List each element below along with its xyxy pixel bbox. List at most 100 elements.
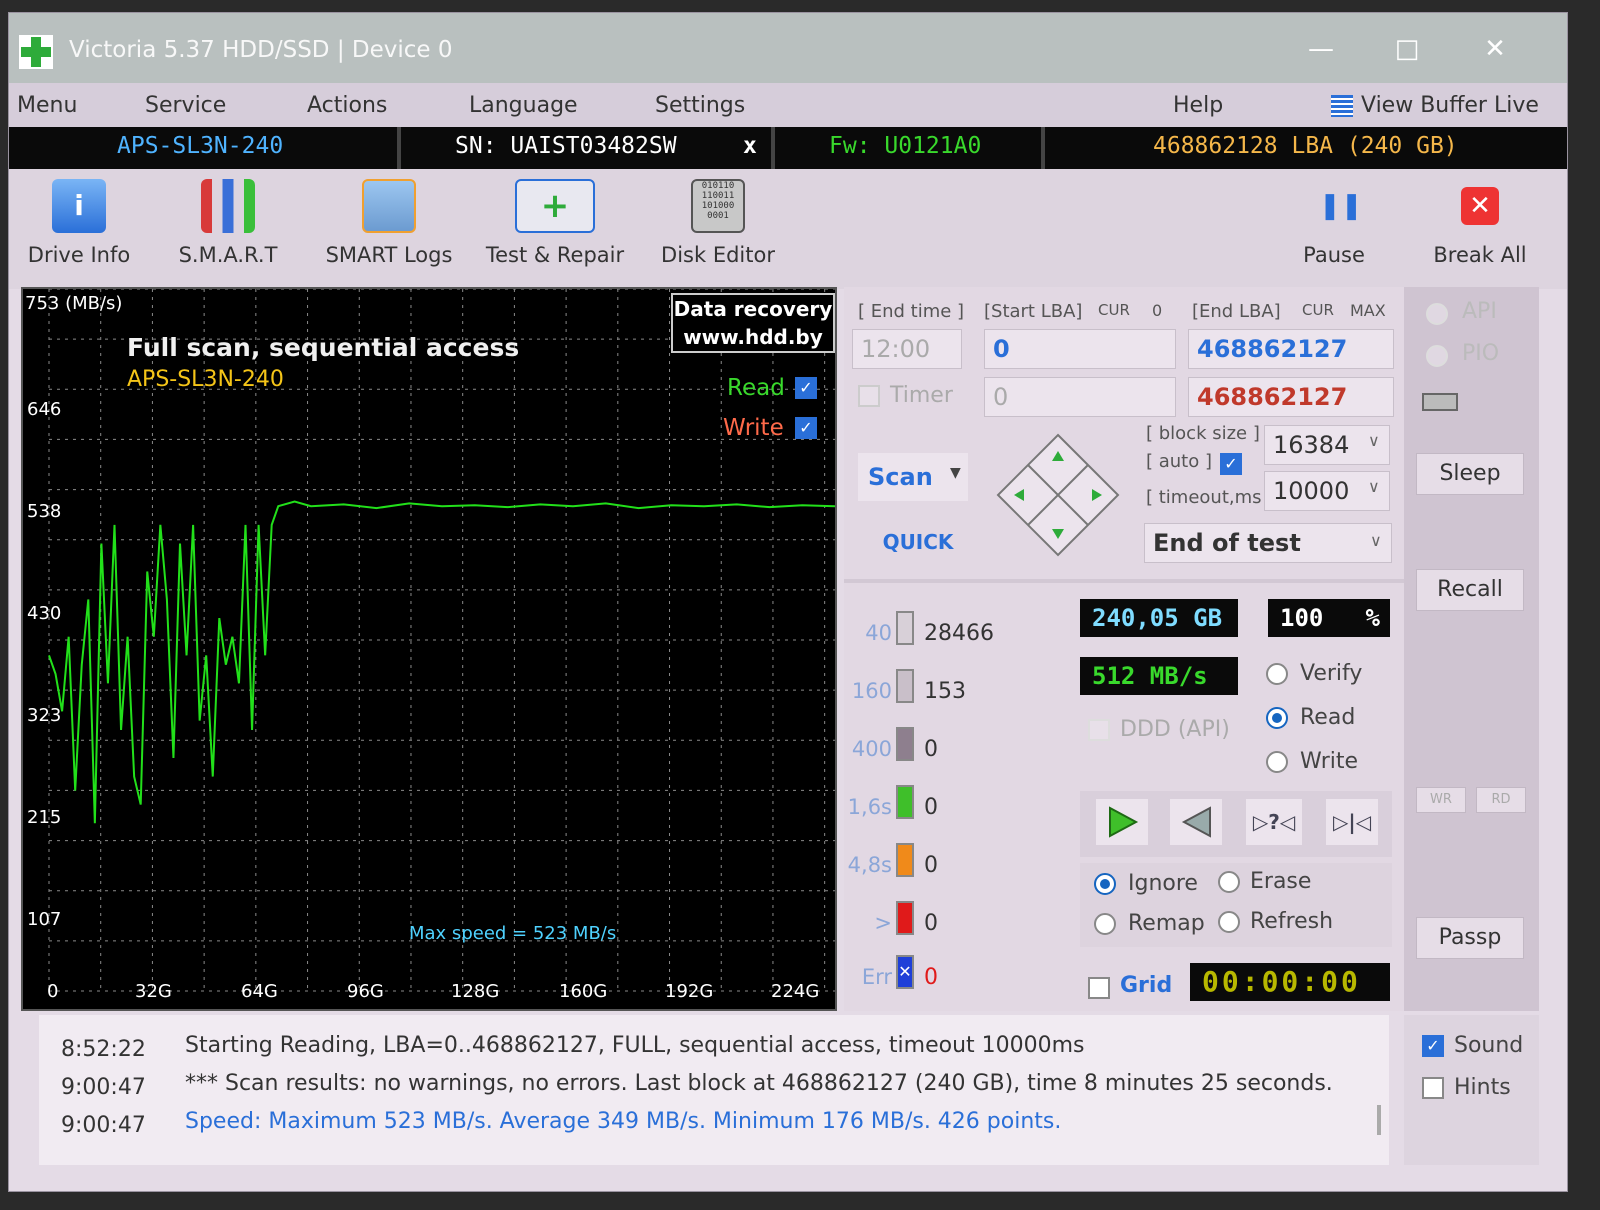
wr-button[interactable]: WR <box>1416 787 1466 813</box>
close-window-icon[interactable]: ✕ <box>1475 29 1515 69</box>
sector-label: 160 <box>851 679 892 703</box>
menu-language[interactable]: Language <box>469 93 578 118</box>
random-seek-button[interactable]: ▷?◁ <box>1246 799 1302 845</box>
test-repair-icon: + <box>515 179 595 233</box>
menu-service[interactable]: Service <box>145 93 226 118</box>
drive-firmware: Fw: U0121A0 <box>829 133 982 159</box>
api-radio[interactable] <box>1426 303 1448 325</box>
drive-info-button[interactable]: i Drive Info <box>19 179 139 267</box>
scanned-size-display: 240,05 GB <box>1080 599 1238 637</box>
pause-button[interactable]: ❚❚ Pause <box>1289 179 1379 267</box>
menu-menu[interactable]: Menu <box>17 93 77 118</box>
y-tick: 538 <box>27 501 62 522</box>
watermark-line2: www.hdd.by <box>683 325 823 349</box>
side-panel: API PIO Sleep Recall WR RD Passp <box>1404 287 1539 1011</box>
close-drive-button[interactable]: x <box>743 133 757 159</box>
watermark-line1: Data recovery <box>673 297 833 321</box>
graph-model: APS-SL3N-240 <box>127 367 284 392</box>
sector-count: 153 <box>924 679 966 704</box>
sector-label: 40 <box>865 621 892 645</box>
hints-label: Hints <box>1454 1075 1511 1100</box>
watermark-box: Data recovery www.hdd.by <box>671 293 835 353</box>
speed-graph-plot <box>48 289 835 992</box>
remap-label: Remap <box>1128 911 1205 936</box>
break-all-button[interactable]: ✕ Break All <box>1427 179 1533 267</box>
rd-button[interactable]: RD <box>1476 787 1526 813</box>
start-timer-input[interactable]: 0 <box>984 377 1176 417</box>
write-radio[interactable] <box>1266 751 1288 773</box>
view-buffer-live[interactable]: View Buffer Live <box>1361 93 1539 118</box>
device-indicator <box>1422 393 1458 411</box>
sleep-button[interactable]: Sleep <box>1416 453 1524 495</box>
smart-logs-button[interactable]: SMART Logs <box>319 179 459 267</box>
play-button[interactable] <box>1096 799 1148 845</box>
log-message: *** Scan results: no warnings, no errors… <box>185 1071 1333 1096</box>
recall-button[interactable]: Recall <box>1416 569 1524 611</box>
menu-actions[interactable]: Actions <box>307 93 387 118</box>
pio-label: PIO <box>1462 341 1500 366</box>
sector-box-4-8s <box>896 843 914 877</box>
sound-checkbox[interactable]: ✓ <box>1422 1035 1444 1057</box>
log-time: 8:52:22 <box>61 1037 146 1062</box>
verify-label: Verify <box>1300 661 1363 686</box>
start-cur-label: CUR <box>1098 301 1130 319</box>
write-legend-label: Write <box>723 415 784 441</box>
write-legend-checkbox[interactable]: ✓ <box>795 417 817 439</box>
sector-count: 0 <box>924 853 938 878</box>
disk-editor-button[interactable]: 010110 110011 101000 0001 Disk Editor <box>659 179 777 267</box>
timer-label: Timer <box>890 383 953 408</box>
menu-settings[interactable]: Settings <box>655 93 745 118</box>
pause-icon: ❚❚ <box>1319 191 1363 221</box>
log-time: 9:00:47 <box>61 1113 146 1138</box>
passp-button[interactable]: Passp <box>1416 917 1524 959</box>
minimize-icon[interactable]: — <box>1301 29 1341 69</box>
maximize-icon[interactable]: □ <box>1387 29 1427 69</box>
read-radio[interactable] <box>1266 707 1288 729</box>
start-lba-input[interactable]: 0 <box>984 329 1176 369</box>
erase-radio[interactable] <box>1218 871 1240 893</box>
ddd-api-label: DDD (API) <box>1120 717 1230 742</box>
end-of-test-select[interactable]: End of test <box>1144 523 1392 563</box>
test-repair-button[interactable]: + Test & Repair <box>483 179 627 267</box>
read-speed-line <box>48 500 835 824</box>
y-tick: 215 <box>27 807 62 828</box>
ddd-api-checkbox[interactable] <box>1088 719 1110 741</box>
percent-display: 100 % <box>1268 599 1390 637</box>
end-time-input[interactable]: 12:00 <box>852 329 962 369</box>
log-message: Speed: Maximum 523 MB/s. Average 349 MB/… <box>185 1109 1062 1134</box>
butterfly-button[interactable]: ▷|◁ <box>1326 799 1378 845</box>
log-scrollbar[interactable] <box>1377 1105 1381 1135</box>
menu-help[interactable]: Help <box>1173 93 1223 118</box>
y-axis-unit: 753 (MB/s) <box>25 293 123 314</box>
start-cur-value: 0 <box>1152 301 1163 320</box>
auto-checkbox[interactable]: ✓ <box>1220 453 1242 475</box>
app-cross-icon <box>19 35 53 69</box>
direction-pad-icon[interactable] <box>994 431 1122 559</box>
verify-radio[interactable] <box>1266 663 1288 685</box>
back-button[interactable] <box>1170 799 1222 845</box>
end-lba-cur-input[interactable]: 468862127 <box>1188 377 1394 417</box>
victoria-window: Victoria 5.37 HDD/SSD | Device 0 — □ ✕ M… <box>8 12 1568 1192</box>
end-lba-input[interactable]: 468862127 <box>1188 329 1394 369</box>
drive-capacity: 468862128 LBA (240 GB) <box>1153 133 1458 159</box>
y-tick: 430 <box>27 603 62 624</box>
disk-editor-icon: 010110 110011 101000 0001 <box>691 179 745 233</box>
smart-button[interactable]: S.M.A.R.T <box>169 179 287 267</box>
grid-checkbox[interactable] <box>1088 977 1110 999</box>
quick-button[interactable]: QUICK <box>858 521 978 563</box>
sector-count: 0 <box>924 795 938 820</box>
ignore-radio[interactable] <box>1094 873 1116 895</box>
hints-checkbox[interactable] <box>1422 1077 1444 1099</box>
scan-dropdown-icon[interactable]: ▼ <box>950 465 961 481</box>
read-legend-checkbox[interactable]: ✓ <box>795 377 817 399</box>
error-box: ✕ <box>896 955 914 989</box>
remap-radio[interactable] <box>1094 913 1116 935</box>
write-label: Write <box>1300 749 1359 774</box>
timer-checkbox[interactable] <box>858 385 880 407</box>
end-max-label: MAX <box>1350 301 1386 320</box>
sector-box-400 <box>896 727 914 761</box>
refresh-radio[interactable] <box>1218 911 1240 933</box>
pio-radio[interactable] <box>1426 345 1448 367</box>
speed-graph: 753 (MB/s) 646 538 430 323 215 107 0 32G… <box>21 287 837 1011</box>
chevron-down-icon: ∨ <box>1368 477 1380 496</box>
